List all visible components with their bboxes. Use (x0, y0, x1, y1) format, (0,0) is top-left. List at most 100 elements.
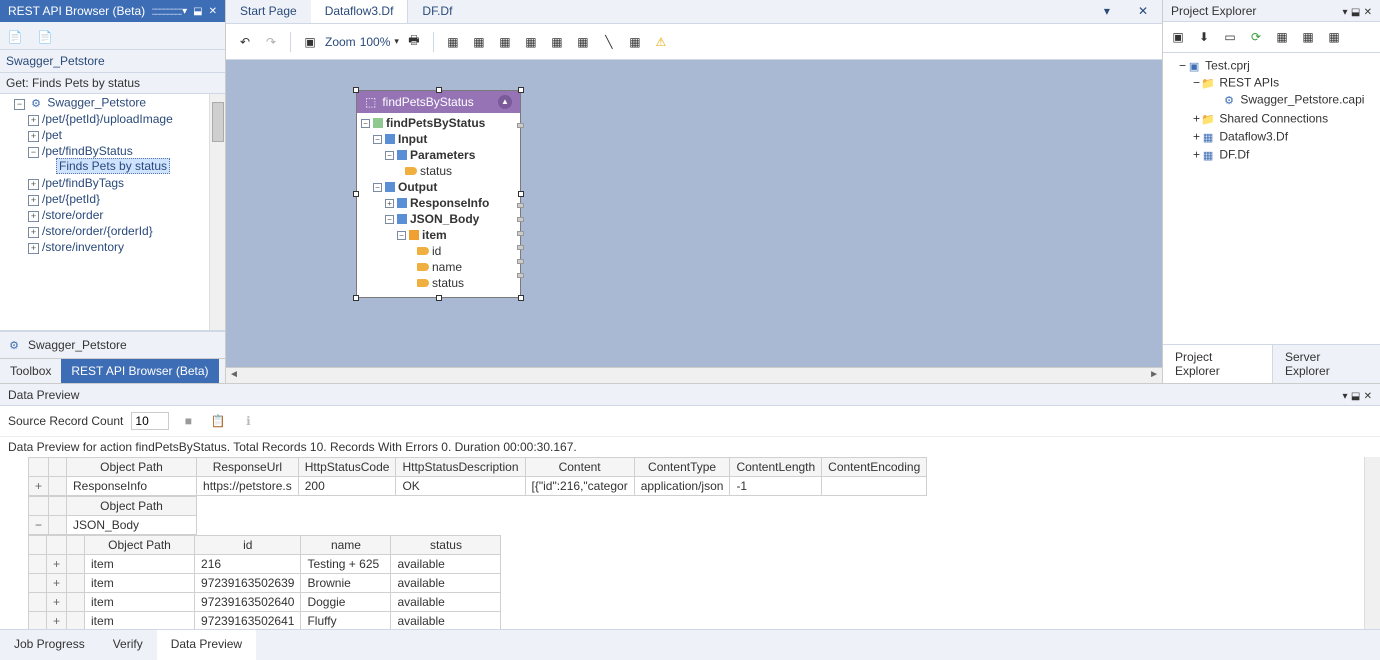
collapse-icon[interactable]: − (1179, 59, 1186, 73)
tb-icon-7[interactable]: ▦ (1323, 26, 1345, 48)
collapse-icon[interactable]: ▲ (498, 95, 512, 109)
tree-item[interactable]: /pet/findByStatus (42, 144, 133, 158)
close-icon[interactable]: ✕ (1124, 0, 1162, 23)
folder-shared[interactable]: Shared Connections (1219, 112, 1328, 126)
vertical-scrollbar[interactable] (209, 94, 225, 330)
print-icon[interactable]: 🖶 (403, 31, 425, 53)
tab-verify[interactable]: Verify (99, 630, 157, 660)
close-icon[interactable]: ✕ (209, 6, 217, 17)
collapse-row-icon[interactable]: − (29, 516, 49, 535)
expand-icon[interactable]: + (28, 243, 39, 254)
expand-row-icon[interactable]: + (29, 477, 49, 496)
grid3-icon[interactable]: ▦ (494, 31, 516, 53)
stop-icon[interactable]: ■ (177, 410, 199, 432)
collapse-icon[interactable]: − (373, 183, 382, 192)
output-port[interactable] (517, 273, 524, 278)
expand-row-icon[interactable]: + (47, 593, 67, 612)
tree-root[interactable]: Swagger_Petstore (47, 96, 146, 110)
tb-icon-5[interactable]: ▦ (1271, 26, 1293, 48)
resize-handle[interactable] (353, 87, 359, 93)
column-header[interactable]: ContentEncoding (822, 458, 927, 477)
tb-icon-6[interactable]: ▦ (1297, 26, 1319, 48)
resize-handle[interactable] (518, 191, 524, 197)
expand-icon[interactable]: + (28, 179, 39, 190)
column-header[interactable]: HttpStatusCode (298, 458, 396, 477)
grid4-icon[interactable]: ▦ (520, 31, 542, 53)
resize-handle[interactable] (353, 295, 359, 301)
collapse-icon[interactable]: − (385, 151, 394, 160)
pin-icon[interactable]: ⬓ (193, 6, 202, 17)
add-doc-icon[interactable]: 📄 (4, 26, 26, 48)
expand-icon[interactable]: + (1193, 148, 1200, 162)
pin-icon[interactable]: ⬓ (1351, 391, 1360, 402)
file-dataflow3[interactable]: Dataflow3.Df (1219, 130, 1288, 144)
tab-df[interactable]: DF.Df (408, 0, 466, 23)
project-tree[interactable]: −▣ Test.cprj −📁 REST APIs ⚙ Swagger_Pets… (1163, 53, 1380, 344)
tb-icon-2[interactable]: ⬇ (1193, 26, 1215, 48)
column-header[interactable]: ContentLength (730, 458, 822, 477)
close-icon[interactable]: ✕ (1364, 391, 1372, 402)
resize-handle[interactable] (436, 295, 442, 301)
project-root[interactable]: Test.cprj (1205, 59, 1250, 73)
tree-leaf[interactable]: Finds Pets by status (56, 158, 170, 174)
output-port[interactable] (517, 231, 524, 236)
refresh-icon[interactable]: ⟳ (1245, 26, 1267, 48)
output-port[interactable] (517, 245, 524, 250)
tab-toolbox[interactable]: Toolbox (0, 359, 61, 383)
redo-icon[interactable]: ↷ (260, 31, 282, 53)
dropdown-icon[interactable]: ▾ (1090, 0, 1124, 23)
expand-icon[interactable]: + (28, 227, 39, 238)
resize-handle[interactable] (436, 87, 442, 93)
api-tree[interactable]: −⚙ Swagger_Petstore +/pet/{petId}/upload… (0, 94, 225, 331)
export-icon[interactable]: 📋 (207, 410, 229, 432)
line-icon[interactable]: ╲ (598, 31, 620, 53)
tab-rest-api-browser[interactable]: REST API Browser (Beta) (61, 359, 218, 383)
resize-handle[interactable] (518, 87, 524, 93)
collapse-icon[interactable]: − (361, 119, 370, 128)
horizontal-scrollbar[interactable] (226, 367, 1162, 383)
tree-item[interactable]: /store/order/{orderId} (42, 224, 153, 238)
column-header[interactable]: id (195, 536, 301, 555)
remove-doc-icon[interactable]: 📄 (34, 26, 56, 48)
vertical-scrollbar[interactable] (1364, 457, 1380, 629)
grid6-icon[interactable]: ▦ (572, 31, 594, 53)
folder-rest-apis[interactable]: REST APIs (1219, 76, 1279, 90)
column-header[interactable]: Object Path (67, 458, 197, 477)
collapse-icon[interactable]: − (397, 231, 406, 240)
tab-project-explorer[interactable]: Project Explorer (1163, 345, 1273, 383)
column-header[interactable]: status (391, 536, 501, 555)
expand-icon[interactable]: + (385, 199, 394, 208)
expand-icon[interactable]: + (28, 195, 39, 206)
collapse-icon[interactable]: − (385, 215, 394, 224)
tab-data-preview[interactable]: Data Preview (157, 630, 256, 660)
tab-job-progress[interactable]: Job Progress (0, 630, 99, 660)
undo-icon[interactable]: ↶ (234, 31, 256, 53)
column-header[interactable]: Object Path (67, 497, 197, 516)
tab-server-explorer[interactable]: Server Explorer (1273, 345, 1380, 383)
tree-item[interactable]: /pet/findByTags (42, 176, 124, 190)
node-header[interactable]: ⬚ findPetsByStatus ▲ (357, 91, 520, 113)
column-header[interactable]: Object Path (85, 536, 195, 555)
tree-item[interactable]: /store/inventory (42, 240, 124, 254)
output-port[interactable] (517, 123, 524, 128)
file-swagger[interactable]: Swagger_Petstore.capi (1240, 93, 1364, 107)
column-header[interactable]: name (301, 536, 391, 555)
grid7-icon[interactable]: ▦ (624, 31, 646, 53)
grid1-icon[interactable]: ▦ (442, 31, 464, 53)
tb-icon-1[interactable]: ▣ (1167, 26, 1189, 48)
tree-item[interactable]: /pet/{petId}/uploadImage (42, 112, 173, 126)
grid2-icon[interactable]: ▦ (468, 31, 490, 53)
zoom-value[interactable]: 100% (360, 35, 391, 49)
tab-dataflow3[interactable]: Dataflow3.Df (311, 0, 409, 23)
info-icon[interactable]: ℹ (237, 410, 259, 432)
close-icon[interactable]: ✕ (1364, 7, 1372, 18)
tab-start-page[interactable]: Start Page (226, 0, 311, 23)
collapse-icon[interactable]: − (14, 99, 25, 110)
column-header[interactable]: ContentType (634, 458, 730, 477)
column-header[interactable]: ResponseUrl (197, 458, 299, 477)
grid5-icon[interactable]: ▦ (546, 31, 568, 53)
output-port[interactable] (517, 217, 524, 222)
dropdown-icon[interactable]: ▾ (1342, 7, 1347, 18)
chevron-down-icon[interactable]: ▾ (394, 36, 399, 47)
expand-icon[interactable]: + (28, 115, 39, 126)
